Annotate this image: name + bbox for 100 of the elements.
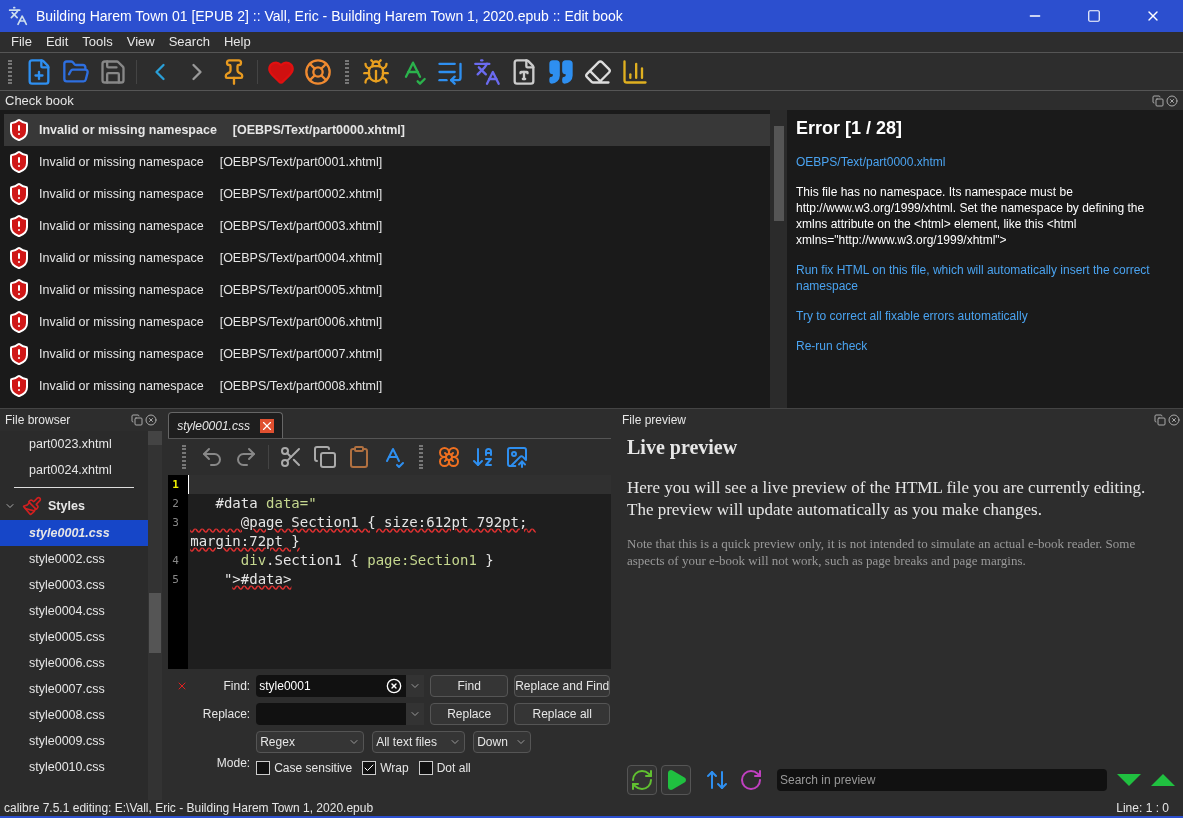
close-tab-icon[interactable] (259, 418, 274, 433)
mode-dropdown[interactable]: All text files (372, 731, 466, 753)
tree-item[interactable]: style0005.css (0, 624, 149, 650)
checkbox-label[interactable]: Wrap (380, 759, 409, 777)
error-message: Invalid or missing namespace (39, 217, 204, 235)
error-row[interactable]: Invalid or missing namespace [OEBPS/Text/part0000.xhtml] (4, 114, 770, 146)
action-link[interactable]: Run fix HTML on this file, which will automatically insert the correct namespace (796, 262, 1178, 294)
scrollbar[interactable] (770, 110, 787, 408)
float-icon[interactable] (131, 414, 144, 426)
eraser-icon[interactable] (584, 57, 612, 86)
close-icon[interactable] (1168, 414, 1180, 426)
find-label: Find: (222, 678, 251, 695)
checkbox[interactable] (418, 761, 433, 775)
clear-text-icon[interactable] (386, 678, 403, 694)
folder-label[interactable]: Styles (48, 496, 85, 516)
play-button[interactable] (661, 765, 691, 795)
tree-item[interactable]: style0001.css (0, 520, 149, 546)
bar-chart-icon[interactable] (621, 57, 649, 86)
replace-label: Replace: (201, 706, 251, 723)
mode-dropdown[interactable]: Regex (256, 731, 365, 753)
replace-button[interactable]: Replace (430, 703, 509, 725)
action-link[interactable]: Try to correct all fixable errors automatically (796, 308, 1178, 324)
reload-icon[interactable] (739, 768, 763, 792)
replace-and-find-button[interactable]: Replace and Find (514, 675, 611, 697)
menu-item[interactable]: View (126, 32, 155, 52)
error-file: [OEBPS/Text/part0006.xhtml] (219, 313, 383, 331)
maximize-icon[interactable] (1087, 9, 1101, 23)
tree-item[interactable]: style0002.css (0, 546, 149, 572)
next-match-icon[interactable] (1117, 774, 1141, 786)
tree-item[interactable]: part0023.xhtml (0, 431, 149, 457)
tree-item[interactable]: style0006.css (0, 650, 149, 676)
close-icon[interactable] (145, 414, 158, 426)
error-row[interactable]: Invalid or missing namespace [OEBPS/Text/part0001.xhtml] (4, 146, 770, 178)
error-file: [OEBPS/Text/part0008.xhtml] (219, 377, 383, 395)
tree-item[interactable]: part0024.xhtml (0, 457, 149, 483)
tree-item[interactable]: style0004.css (0, 598, 149, 624)
close-icon[interactable] (1166, 94, 1178, 107)
checkbox-label[interactable]: Dot all (436, 759, 471, 777)
replace-all-button[interactable]: Replace all (514, 703, 611, 725)
error-file: [OEBPS/Text/part0004.xhtml] (219, 249, 383, 267)
scrollbar[interactable] (148, 431, 163, 800)
search-field[interactable]: Search in preview (777, 769, 1107, 791)
tree-item[interactable]: style0010.css (0, 754, 149, 780)
float-icon[interactable] (1154, 414, 1166, 426)
save-icon[interactable] (99, 57, 127, 86)
toolbar-grip[interactable] (182, 445, 187, 469)
status-text: calibre 7.5.1 editing: E:\Vall, Eric - Building Harem Town 1, 2020.epub (4, 800, 374, 817)
editor-tab[interactable]: style0001.css (168, 412, 283, 438)
error-icon (7, 214, 31, 238)
error-row[interactable]: Invalid or missing namespace [OEBPS/Text/part0007.xhtml] (4, 338, 770, 370)
checkbox-label[interactable]: Case sensitive (274, 759, 353, 777)
translate-icon[interactable] (473, 57, 501, 86)
mode-dropdown[interactable]: Down (473, 731, 532, 753)
code-line: ">#data> (222, 570, 293, 589)
menu-item[interactable]: Edit (45, 32, 69, 52)
error-icon (7, 342, 31, 366)
tree-item[interactable]: style0009.css (0, 728, 149, 754)
panel-title: Check book (5, 91, 74, 110)
error-icon (7, 310, 31, 334)
menu-item[interactable]: File (11, 32, 32, 52)
toolbar-grip[interactable] (8, 59, 12, 84)
tree-item[interactable]: style0003.css (0, 572, 149, 598)
replace-field[interactable] (256, 703, 425, 725)
menu-item[interactable]: Help (223, 32, 251, 52)
toolbar-grip[interactable] (419, 445, 424, 469)
bug-icon[interactable] (362, 57, 390, 86)
brush-icon (22, 496, 42, 516)
error-file: [OEBPS/Text/part0003.xhtml] (219, 217, 383, 235)
quote-icon[interactable] (547, 57, 575, 86)
tree-item[interactable]: style0007.css (0, 676, 149, 702)
tree-item[interactable]: style0008.css (0, 702, 149, 728)
error-row[interactable]: Invalid or missing namespace [OEBPS/Text/part0005.xhtml] (4, 274, 770, 306)
find-button[interactable]: Find (430, 675, 509, 697)
menu-item[interactable]: Tools (82, 32, 113, 52)
checkbox[interactable] (362, 761, 377, 775)
previous-match-icon[interactable] (1151, 774, 1175, 786)
error-message: Invalid or missing namespace (39, 121, 217, 139)
sync-scroll-icon[interactable] (705, 768, 729, 792)
find-field[interactable]: style0001 (256, 675, 425, 697)
checkbox[interactable] (256, 761, 271, 775)
preview-text: Here you will see a live preview of the HTML file you are currently editing. The preview will update automatically as you make changes. (627, 477, 1147, 521)
preview-heading: Live preview (627, 435, 739, 461)
copy-icon[interactable] (313, 445, 338, 469)
error-description: This file has no namespace. Its namespace must be http://www.w3.org/1999/xhtml. Set the namespace by defining the xmlns attribute on the <html> element, like this <html xmlns="http://www.w3.org/1999/xhtml"> (796, 184, 1146, 248)
error-row[interactable]: Invalid or missing namespace [OEBPS/Text/part0002.xhtml] (4, 178, 770, 210)
menu-item[interactable]: Search (168, 32, 210, 52)
error-message: Invalid or missing namespace (39, 281, 204, 299)
refresh-button[interactable] (627, 765, 657, 795)
float-icon[interactable] (1152, 94, 1164, 107)
error-row[interactable]: Invalid or missing namespace [OEBPS/Text/part0006.xhtml] (4, 306, 770, 338)
error-row[interactable]: Invalid or missing namespace [OEBPS/Text/part0004.xhtml] (4, 242, 770, 274)
help-icon[interactable] (304, 57, 332, 86)
action-link[interactable]: Re-run check (796, 338, 1178, 354)
error-row[interactable]: Invalid or missing namespace [OEBPS/Text/part0008.xhtml] (4, 370, 770, 402)
flower-icon[interactable] (437, 445, 462, 469)
find-input[interactable]: style0001 (259, 677, 387, 695)
toolbar-grip[interactable] (345, 59, 349, 84)
error-row[interactable]: Invalid or missing namespace [OEBPS/Text/part0003.xhtml] (4, 210, 770, 242)
file-link[interactable]: OEBPS/Text/part0000.xhtml (796, 154, 1178, 170)
code-editor[interactable]: 1 2 #data data=" 3 @page Section1 { size:612pt 792pt; margin:72pt } 4 div.Section1 { page:Section1 } 5 ">#data> (168, 475, 612, 669)
